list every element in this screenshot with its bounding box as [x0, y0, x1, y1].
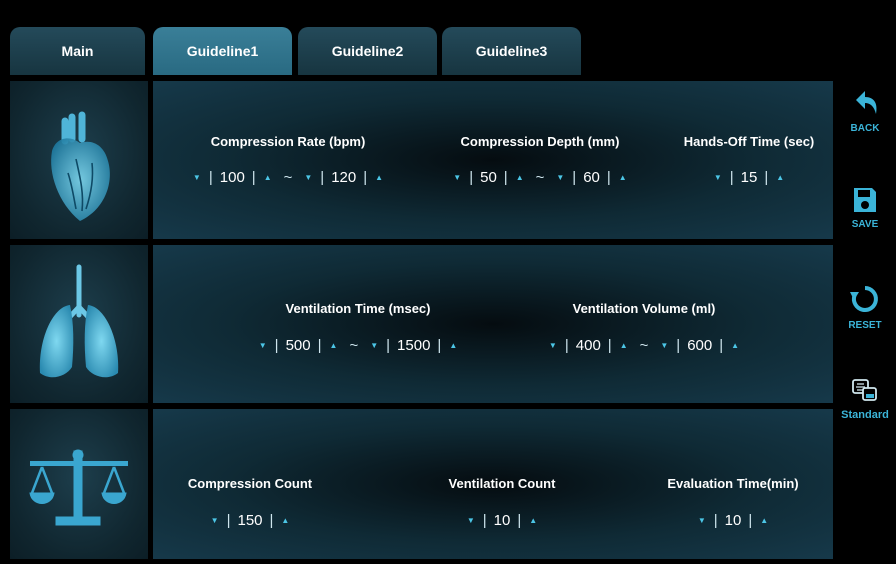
evaluation-panel: Compression Count ▼ | 150 | ▲ Ventilatio…: [153, 409, 833, 559]
depth-min-increase-button[interactable]: ▲: [510, 173, 530, 182]
compression-panel: Compression Rate (bpm) ▼ | 100 | ▲ ~ ▼ |…: [153, 81, 833, 239]
rate-max-increase-button[interactable]: ▲: [369, 173, 389, 182]
depth-min-decrease-button[interactable]: ▼: [447, 173, 467, 182]
ventilation-count-label: Ventilation Count: [448, 476, 556, 491]
tab-guideline2[interactable]: Guideline2: [298, 27, 437, 75]
depth-max-increase-button[interactable]: ▲: [613, 173, 633, 182]
vvol-min-value[interactable]: 400: [571, 337, 606, 354]
vtime-min-value[interactable]: 500: [281, 337, 316, 354]
ventilation-time-label: Ventilation Time (msec): [285, 301, 431, 316]
vvol-min-increase-button[interactable]: ▲: [614, 341, 634, 350]
vvol-max-increase-button[interactable]: ▲: [725, 341, 745, 350]
tab-guideline1[interactable]: Guideline1: [153, 27, 292, 75]
compression-rate-label: Compression Rate (bpm): [210, 134, 366, 149]
vtime-max-decrease-button[interactable]: ▼: [364, 341, 384, 350]
reset-icon: [850, 286, 878, 312]
standard-icon: [852, 379, 877, 401]
hands-off-time-label: Hands-Off Time (sec): [683, 134, 815, 149]
standard-button[interactable]: Standard: [838, 378, 892, 421]
vtime-min-decrease-button[interactable]: ▼: [253, 341, 273, 350]
reset-label: RESET: [848, 320, 882, 331]
ventilation-volume-range: ▼ | 400 | ▲ ~ ▼ | 600 | ▲: [543, 337, 745, 354]
compression-row-icon-cell: [10, 81, 148, 239]
etime-decrease-button[interactable]: ▼: [692, 516, 712, 525]
evaluation-time-label: Evaluation Time(min): [667, 476, 799, 491]
lungs-icon: [39, 264, 119, 378]
vcount-decrease-button[interactable]: ▼: [461, 516, 481, 525]
rate-min-increase-button[interactable]: ▲: [258, 173, 278, 182]
vvol-max-decrease-button[interactable]: ▼: [654, 341, 674, 350]
back-arrow-icon: [856, 91, 877, 114]
vtime-max-value[interactable]: 1500: [392, 337, 435, 354]
depth-max-decrease-button[interactable]: ▼: [550, 173, 570, 182]
ventilation-time-range: ▼ | 500 | ▲ ~ ▼ | 1500 | ▲: [253, 337, 463, 354]
ventilation-panel: Ventilation Time (msec) ▼ | 500 | ▲ ~ ▼ …: [153, 245, 833, 403]
compression-depth-range: ▼ | 50 | ▲ ~ ▼ | 60 | ▲: [447, 169, 632, 186]
vvol-min-decrease-button[interactable]: ▼: [543, 341, 563, 350]
hands-off-increase-button[interactable]: ▲: [770, 173, 790, 182]
standard-label: Standard: [841, 409, 889, 421]
etime-increase-button[interactable]: ▲: [754, 516, 774, 525]
compression-depth-label: Compression Depth (mm): [460, 134, 620, 149]
depth-max-value[interactable]: 60: [578, 169, 605, 186]
vtime-min-increase-button[interactable]: ▲: [324, 341, 344, 350]
rate-min-value[interactable]: 100: [215, 169, 250, 186]
back-button[interactable]: BACK: [838, 88, 892, 134]
reset-button[interactable]: RESET: [838, 283, 892, 331]
hands-off-value[interactable]: 15: [736, 169, 763, 186]
evaluation-time-value[interactable]: 10: [720, 512, 747, 529]
vvol-max-value[interactable]: 600: [682, 337, 717, 354]
ccount-increase-button[interactable]: ▲: [275, 516, 295, 525]
hands-off-time-stepper: ▼ | 15 | ▲: [708, 169, 790, 186]
evaluation-time-stepper: ▼ | 10 | ▲: [692, 512, 774, 529]
ventilation-count-stepper: ▼ | 10 | ▲: [461, 512, 543, 529]
save-button[interactable]: SAVE: [838, 186, 892, 230]
ventilation-count-value[interactable]: 10: [489, 512, 516, 529]
depth-min-value[interactable]: 50: [475, 169, 502, 186]
scale-icon: [29, 449, 128, 526]
ventilation-volume-label: Ventilation Volume (ml): [572, 301, 716, 316]
rate-max-decrease-button[interactable]: ▼: [298, 173, 318, 182]
compression-count-stepper: ▼ | 150 | ▲: [205, 512, 296, 529]
rate-max-value[interactable]: 120: [326, 169, 361, 186]
rate-min-decrease-button[interactable]: ▼: [187, 173, 207, 182]
tab-main[interactable]: Main: [10, 27, 145, 75]
compression-rate-range: ▼ | 100 | ▲ ~ ▼ | 120 | ▲: [187, 169, 389, 186]
ccount-decrease-button[interactable]: ▼: [205, 516, 225, 525]
vtime-max-increase-button[interactable]: ▲: [443, 341, 463, 350]
ventilation-row-icon-cell: [10, 245, 148, 403]
tab-guideline3[interactable]: Guideline3: [442, 27, 581, 75]
compression-count-value[interactable]: 150: [232, 512, 267, 529]
back-label: BACK: [850, 123, 880, 134]
heart-icon: [51, 111, 110, 221]
compression-count-label: Compression Count: [187, 476, 313, 491]
vcount-increase-button[interactable]: ▲: [523, 516, 543, 525]
save-label: SAVE: [851, 219, 879, 230]
hands-off-decrease-button[interactable]: ▼: [708, 173, 728, 182]
floppy-disk-icon: [854, 188, 876, 212]
evaluation-row-icon-cell: [10, 409, 148, 559]
